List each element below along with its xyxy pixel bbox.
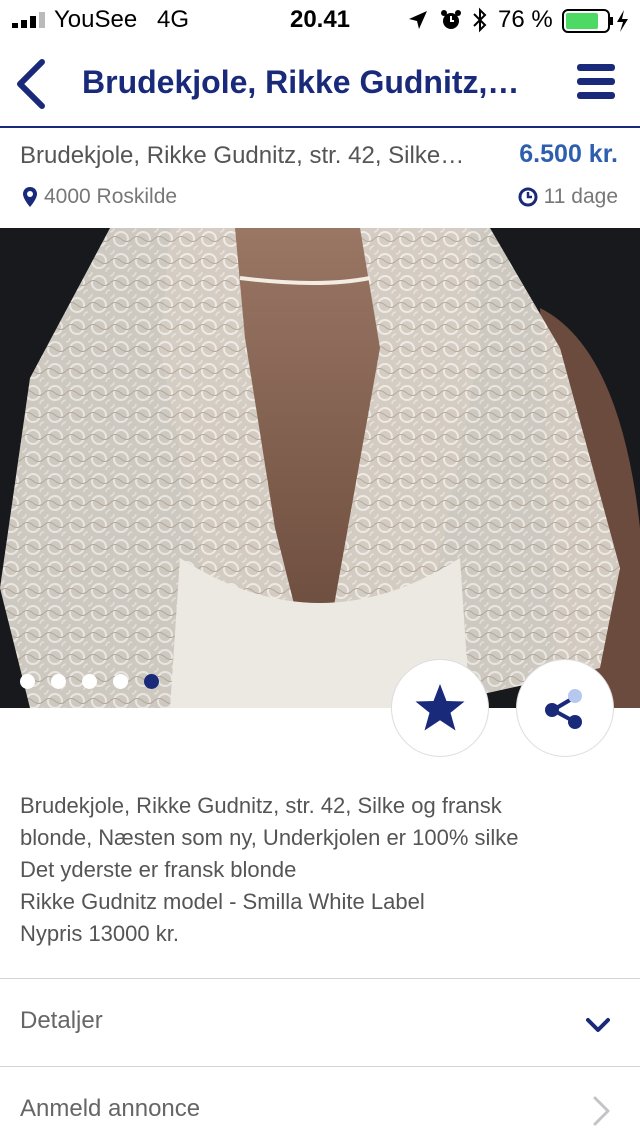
gallery-dot[interactable] <box>82 674 97 689</box>
bluetooth-icon <box>473 7 487 33</box>
listing-location: 4000 Roskilde <box>22 185 177 209</box>
back-chevron-icon[interactable] <box>14 58 50 110</box>
description-line: Det yderste er fransk blonde <box>20 857 297 882</box>
navigation-bar: Brudekjole, Rikke Gudnitz, str. 42, Silk… <box>0 40 640 128</box>
chevron-right-icon <box>593 1096 610 1126</box>
details-row[interactable]: Detaljer <box>0 978 640 1066</box>
listing-title: Brudekjole, Rikke Gudnitz, str. 42, Silk… <box>20 142 470 169</box>
age-text: 11 dage <box>543 185 618 208</box>
listing-age: 11 dage <box>518 185 618 209</box>
location-text: 4000 Roskilde <box>44 185 178 208</box>
description-line: Brudekjole, Rikke Gudnitz, str. 42, Silk… <box>20 793 502 818</box>
gallery-dot[interactable] <box>113 674 128 689</box>
report-ad-label: Anmeld annonce <box>20 1095 201 1122</box>
gallery-dot-active[interactable] <box>144 674 159 689</box>
battery-charging-icon <box>562 9 628 33</box>
favorite-button[interactable] <box>391 659 489 757</box>
listing-photo[interactable] <box>0 228 640 708</box>
description-line: blonde, Næsten som ny, Underkjolen er 10… <box>20 825 519 850</box>
battery-percentage: 76 % <box>498 6 553 33</box>
details-label: Detaljer <box>20 1007 103 1034</box>
listing-header: Brudekjole, Rikke Gudnitz, str. 42, Silk… <box>0 130 640 228</box>
hamburger-menu-icon[interactable] <box>574 62 618 106</box>
location-arrow-icon <box>409 11 427 29</box>
clock-icon <box>518 187 538 207</box>
alarm-clock-icon <box>441 10 461 29</box>
report-ad-row[interactable]: Anmeld annonce <box>0 1066 640 1136</box>
gallery-dot[interactable] <box>51 674 66 689</box>
share-button[interactable] <box>516 659 614 757</box>
wedding-dress-photo <box>0 228 640 708</box>
status-bar: YouSee 4G 20.41 76 % <box>0 0 640 40</box>
page-title: Brudekjole, Rikke Gudnitz, str. 42, Silk… <box>82 64 522 100</box>
share-icon <box>545 689 582 729</box>
map-pin-icon <box>23 187 37 207</box>
listing-price: 6.500 kr. <box>519 140 618 168</box>
chevron-down-icon <box>586 1018 610 1032</box>
gallery-dot[interactable] <box>20 674 35 689</box>
listing-description: Brudekjole, Rikke Gudnitz, str. 42, Silk… <box>20 790 620 950</box>
description-line: Nypris 13000 kr. <box>20 921 179 946</box>
star-icon <box>415 684 465 731</box>
description-line: Rikke Gudnitz model - Smilla White Label <box>20 889 425 914</box>
gallery-pagination <box>20 674 159 689</box>
